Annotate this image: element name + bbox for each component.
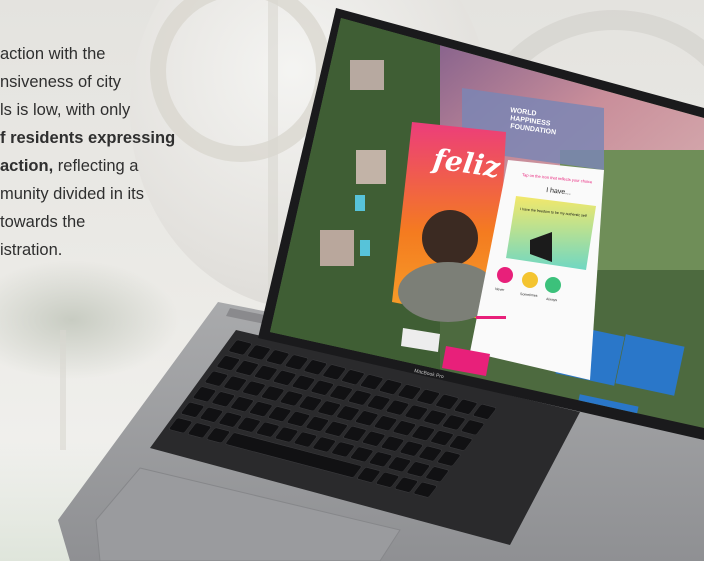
laptop: WORLD HAPPINESS FOUNDATION feliz Tap on … bbox=[58, 8, 704, 561]
